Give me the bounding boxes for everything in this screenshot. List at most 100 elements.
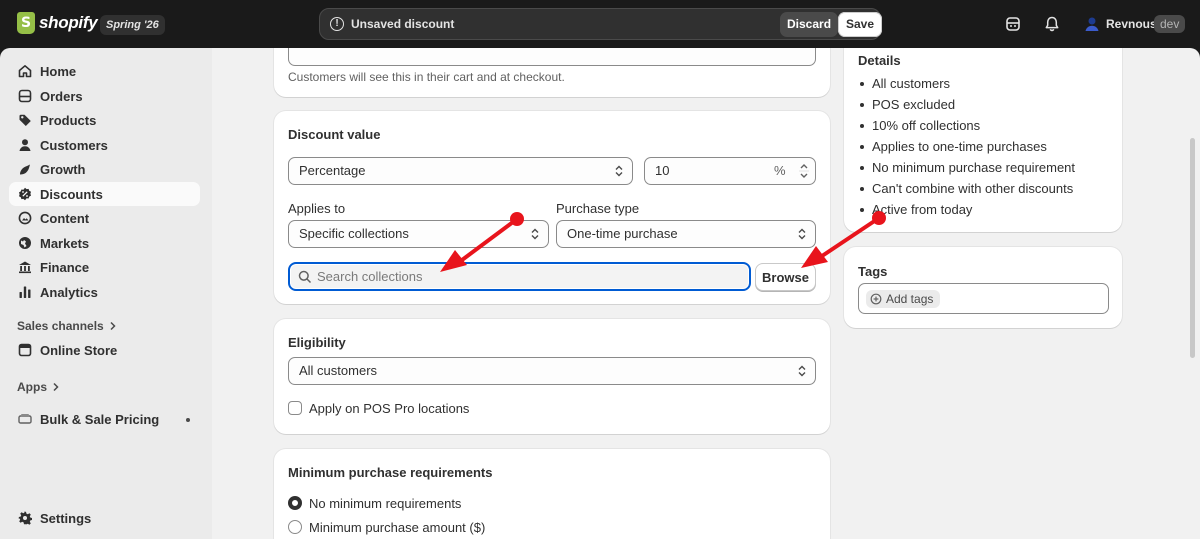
card-title: Tags: [858, 264, 888, 279]
sidebar-item-settings[interactable]: Settings: [9, 506, 200, 530]
pos-pro-label: Apply on POS Pro locations: [309, 401, 470, 416]
sidebar-item-orders[interactable]: Orders: [9, 84, 200, 108]
sidebar-item-products[interactable]: Products: [9, 108, 200, 132]
person-icon: [19, 139, 31, 151]
sidekick-icon[interactable]: [1004, 15, 1022, 33]
card-title: Minimum purchase requirements: [288, 465, 493, 480]
eligibility-card: Eligibility All customers Apply on POS P…: [274, 319, 830, 434]
main-content: Customers will see this in their cart an…: [212, 48, 1200, 539]
content-icon: [18, 211, 32, 225]
add-tags-button[interactable]: Add tags: [866, 290, 941, 308]
applies-to-select[interactable]: Specific collections: [288, 220, 549, 248]
select-value: Percentage: [299, 163, 366, 178]
bell-icon[interactable]: [1043, 15, 1061, 33]
discount-amount-input[interactable]: 10 %: [644, 157, 816, 185]
select-chevron-icon: [798, 365, 806, 377]
list-item: 10% off collections: [858, 115, 1075, 136]
home-icon: [18, 65, 32, 78]
sidebar-item-label: Growth: [40, 161, 86, 177]
list-item: Applies to one-time purchases: [858, 136, 1075, 157]
plus-circle-icon: [870, 293, 882, 305]
globe-icon: [19, 237, 31, 249]
store-avatar-icon[interactable]: [1083, 15, 1101, 33]
sidebar-item-label: Markets: [40, 235, 90, 251]
sidebar-item-home[interactable]: Home: [9, 59, 200, 83]
sidebar-item-content[interactable]: Content: [9, 206, 200, 230]
method-card: Customers will see this in their cart an…: [274, 48, 830, 97]
orders-icon: [18, 89, 32, 103]
add-tags-label: Add tags: [886, 292, 934, 306]
sidebar-item-label: Analytics: [40, 284, 98, 300]
bank-icon: [19, 261, 31, 274]
sidebar-item-label: Home: [40, 63, 77, 79]
pos-pro-checkbox[interactable]: [288, 401, 302, 415]
apps-section[interactable]: Apps: [17, 380, 60, 394]
list-item: Active from today: [858, 199, 1075, 220]
chevron-right-icon: [110, 321, 116, 331]
sidebar-item-markets[interactable]: Markets: [9, 231, 200, 255]
sidebar-item-label: Products: [40, 112, 97, 128]
top-bar: shopify Spring '26 ! Unsaved discount Di…: [0, 0, 1200, 48]
purchase-type-select[interactable]: One-time purchase: [556, 220, 816, 248]
store-name[interactable]: Revnous: [1106, 17, 1157, 31]
app-icon: [18, 414, 32, 424]
applies-to-label: Applies to: [288, 201, 346, 216]
browse-button[interactable]: Browse: [755, 263, 816, 291]
discount-icon: [19, 187, 31, 201]
no-minimum-radio[interactable]: [288, 496, 302, 510]
details-card: Details All customers POS excluded 10% o…: [844, 48, 1122, 232]
contextual-save-bar: ! Unsaved discount Discard Save: [319, 8, 883, 40]
shopify-logo[interactable]: shopify: [17, 12, 98, 34]
minimum-amount-radio[interactable]: [288, 520, 302, 534]
discount-type-select[interactable]: Percentage: [288, 157, 633, 185]
sidebar-item-growth[interactable]: Growth: [9, 157, 200, 181]
alert-circle-icon: !: [330, 17, 344, 31]
chart-icon: [19, 286, 31, 298]
stepper-icon[interactable]: [798, 159, 810, 183]
list-item: All customers: [858, 73, 1075, 94]
sidebar-item-label: Orders: [40, 88, 83, 104]
sidebar-item-discounts[interactable]: Discounts: [9, 182, 200, 206]
purchase-type-label: Purchase type: [556, 201, 640, 216]
release-badge: Spring '26: [100, 15, 165, 35]
sidebar-item-customers[interactable]: Customers: [9, 133, 200, 157]
growth-icon: [20, 164, 30, 175]
sidebar-item-label: Finance: [40, 259, 90, 275]
sales-channels-section[interactable]: Sales channels: [17, 319, 117, 333]
storefront-icon: [18, 343, 32, 357]
card-title: Details: [858, 53, 901, 68]
list-item: POS excluded: [858, 94, 1075, 115]
sidebar-item-label: Online Store: [40, 342, 118, 358]
tags-input[interactable]: Add tags: [858, 283, 1109, 314]
sidebar-item-label: Content: [40, 210, 90, 226]
save-button[interactable]: Save: [838, 12, 883, 37]
savebar-message: Unsaved discount: [351, 17, 455, 31]
page-scrollbar[interactable]: [1190, 138, 1195, 358]
brand-name: shopify: [39, 13, 98, 32]
sidebar-item-label: Settings: [40, 510, 92, 526]
chevron-right-icon: [53, 382, 59, 392]
tag-icon: [19, 114, 31, 126]
sidebar-item-analytics[interactable]: Analytics: [9, 280, 200, 304]
eligibility-select[interactable]: All customers: [288, 357, 816, 385]
select-chevron-icon: [615, 165, 623, 177]
select-value: Specific collections: [299, 226, 409, 241]
search-placeholder: Search collections: [317, 269, 423, 284]
discard-button[interactable]: Discard: [780, 12, 839, 37]
sidebar-item-label: Bulk & Sale Pricing: [40, 411, 160, 427]
minimum-requirements-card: Minimum purchase requirements No minimum…: [274, 449, 830, 539]
amount-value: 10: [655, 163, 670, 178]
select-value: One-time purchase: [567, 226, 678, 241]
radio-label: No minimum requirements: [309, 496, 462, 511]
card-title: Eligibility: [288, 335, 346, 350]
discount-title-input[interactable]: [288, 48, 816, 66]
sidebar-item-finance[interactable]: Finance: [9, 255, 200, 279]
sidebar-item-label: Customers: [40, 137, 108, 153]
search-collections-input[interactable]: Search collections: [288, 262, 751, 291]
sidebar-item-online-store[interactable]: Online Store: [9, 338, 200, 362]
sidebar-item-bulk-sale-pricing[interactable]: Bulk & Sale Pricing: [9, 407, 200, 431]
title-help-text: Customers will see this in their cart an…: [288, 70, 565, 84]
select-value: All customers: [299, 363, 378, 378]
shopify-bag-icon: [17, 12, 35, 34]
tags-card: Tags Add tags: [844, 247, 1122, 328]
